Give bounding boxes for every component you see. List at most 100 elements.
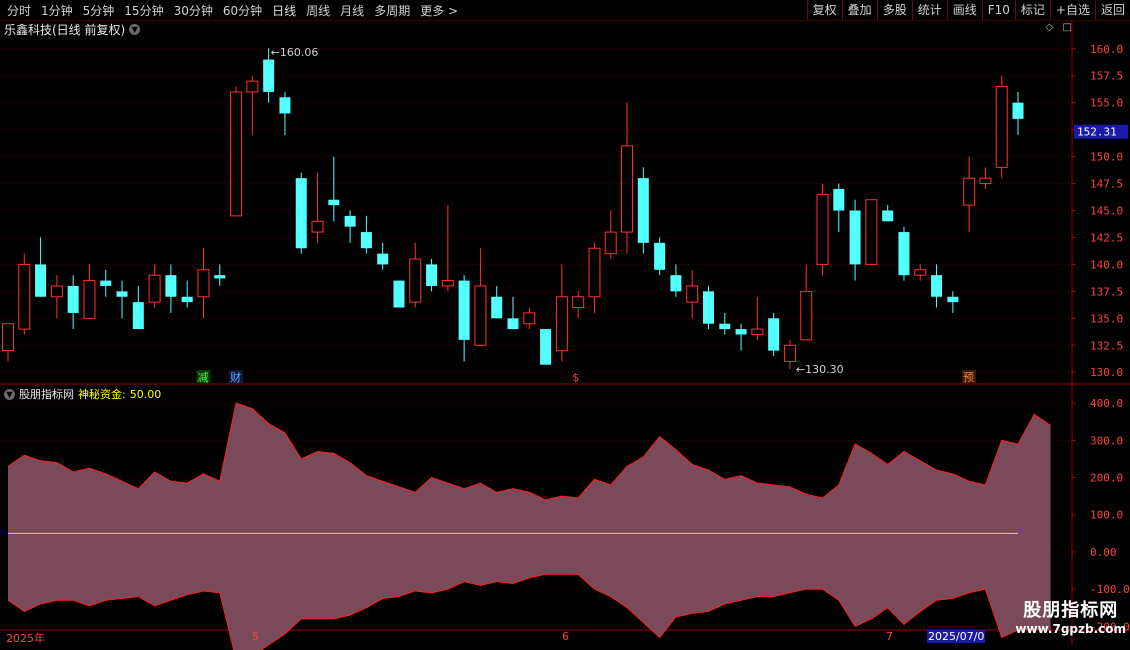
tab-fenshi[interactable]: 分时	[2, 2, 36, 19]
candle-body	[654, 242, 666, 270]
event-marker-bg	[229, 370, 244, 383]
period-tabs: 分时 1分钟 5分钟 15分钟 30分钟 60分钟 日线 周线 月线 多周期 更…	[2, 0, 463, 20]
indicator-title[interactable]: ▼ 股朋指标网 神秘资金: 50.00	[4, 387, 161, 401]
mark-button[interactable]: 标记	[1014, 0, 1050, 20]
indicator-tick-label: 300.0	[1090, 434, 1123, 447]
date-may: 5	[252, 630, 259, 643]
date-jun: 6	[562, 630, 569, 643]
candle-body	[100, 280, 112, 286]
candle-body	[670, 275, 682, 292]
indicator-tick-label: 100.0	[1090, 509, 1123, 522]
high-annotation: ←160.06	[271, 46, 319, 59]
draw-line-button[interactable]: 画线	[946, 0, 982, 20]
price-tick-label: 137.5	[1090, 285, 1123, 298]
candle-body	[931, 275, 943, 297]
date-year: 2025年	[6, 632, 45, 645]
date-jul: 7	[886, 630, 893, 643]
chevron-right-icon: >	[448, 3, 459, 18]
candle-body	[540, 329, 552, 365]
overlay-button[interactable]: 叠加	[841, 0, 877, 20]
indicator-label: 神秘资金:	[78, 388, 126, 401]
chevron-down-icon[interactable]: ▼	[129, 23, 141, 35]
tab-30min[interactable]: 30分钟	[169, 2, 218, 19]
tab-more-label: 更多	[420, 3, 445, 18]
chart-corner-icons: ◇ □	[1046, 22, 1072, 33]
tab-multi-period[interactable]: 多周期	[369, 2, 415, 19]
candle-body	[588, 247, 601, 298]
price-tick-label: 160.0	[1090, 43, 1123, 56]
f10-button[interactable]: F10	[981, 0, 1015, 20]
price-tick-label: 155.0	[1090, 97, 1123, 110]
add-watchlist-button[interactable]: +自选	[1049, 0, 1095, 20]
candle-body	[474, 285, 487, 346]
candle-body	[311, 220, 324, 233]
indicator-upper-line	[7, 402, 1051, 501]
tab-5min[interactable]: 5分钟	[78, 2, 120, 19]
candle-body	[458, 280, 470, 340]
candle-body	[344, 215, 356, 227]
tab-weekly[interactable]: 周线	[301, 2, 335, 19]
candle-body	[833, 188, 845, 211]
watermark-title: 股朋指标网	[1023, 600, 1119, 621]
price-tick-label: 150.0	[1090, 151, 1123, 164]
candle-body	[50, 285, 63, 298]
price-tick-label: 135.0	[1090, 312, 1123, 325]
candle-body	[572, 296, 585, 309]
stock-title[interactable]: 乐鑫科技(日线 前复权) ▼	[4, 21, 141, 37]
date-current: 2025/07/0	[927, 630, 986, 643]
price-tick-label: 142.5	[1090, 231, 1123, 244]
candle-body	[491, 296, 503, 319]
event-marker: 财	[230, 370, 241, 384]
candle-body	[230, 91, 243, 217]
price-chart[interactable]: 160.0 157.5 155.0 152.5 150.0 147.5 145.0 142.5…	[0, 0, 1130, 650]
stock-name: 乐鑫科技(日线 前复权)	[4, 22, 126, 37]
indicator-area	[8, 403, 1051, 650]
square-icon[interactable]: □	[1063, 22, 1072, 33]
indicator-tick-label: 0.00	[1090, 546, 1117, 559]
candle-body	[947, 296, 959, 303]
candle-body	[360, 232, 372, 249]
tab-1min[interactable]: 1分钟	[36, 2, 78, 19]
candle-body	[800, 290, 813, 341]
candle-body	[441, 280, 454, 287]
action-buttons: 复权 叠加 多股 统计 画线 F10 标记 +自选 返回	[806, 0, 1130, 20]
current-price-label: 152.31	[1077, 126, 1117, 139]
multi-stock-button[interactable]: 多股	[876, 0, 912, 20]
candle-body	[214, 275, 226, 279]
indicator-value: 50.00	[129, 387, 162, 401]
tab-60min[interactable]: 60分钟	[218, 2, 267, 19]
tab-daily[interactable]: 日线	[267, 2, 301, 19]
fuquan-button[interactable]: 复权	[806, 0, 842, 20]
candle-body	[132, 302, 144, 330]
tab-15min[interactable]: 15分钟	[119, 2, 168, 19]
candle-body	[426, 264, 438, 286]
candle-body	[751, 328, 764, 335]
chevron-down-icon[interactable]: ▼	[4, 388, 15, 400]
indicator-tick-label: -100.0	[1090, 583, 1130, 596]
candle-body	[165, 275, 177, 297]
candle-body	[979, 177, 992, 185]
candle-body	[18, 263, 31, 330]
price-tick-label: 152.5	[1090, 124, 1123, 137]
candle-body	[2, 323, 14, 352]
candle-body	[735, 329, 747, 335]
candle-body	[898, 232, 910, 276]
back-button[interactable]: 返回	[1094, 0, 1130, 20]
candle-body	[507, 318, 519, 330]
watermark-url: www.7gpzb.com	[1015, 622, 1126, 636]
stats-button[interactable]: 统计	[911, 0, 947, 20]
indicator-tick-label: 200.0	[1090, 472, 1123, 485]
candle-body	[686, 285, 699, 303]
candle-body	[197, 269, 210, 298]
tab-monthly[interactable]: 月线	[335, 2, 369, 19]
price-tick-label: 157.5	[1090, 70, 1123, 83]
candle-body	[116, 291, 128, 297]
candle-body	[621, 145, 634, 233]
candle-body	[702, 291, 714, 324]
candle-body	[783, 344, 796, 362]
price-tick-label: 132.5	[1090, 339, 1123, 352]
candle-body	[279, 97, 291, 114]
diamond-icon[interactable]: ◇	[1046, 22, 1054, 33]
tab-more[interactable]: 更多 >	[415, 2, 463, 19]
candle-body	[637, 178, 649, 243]
